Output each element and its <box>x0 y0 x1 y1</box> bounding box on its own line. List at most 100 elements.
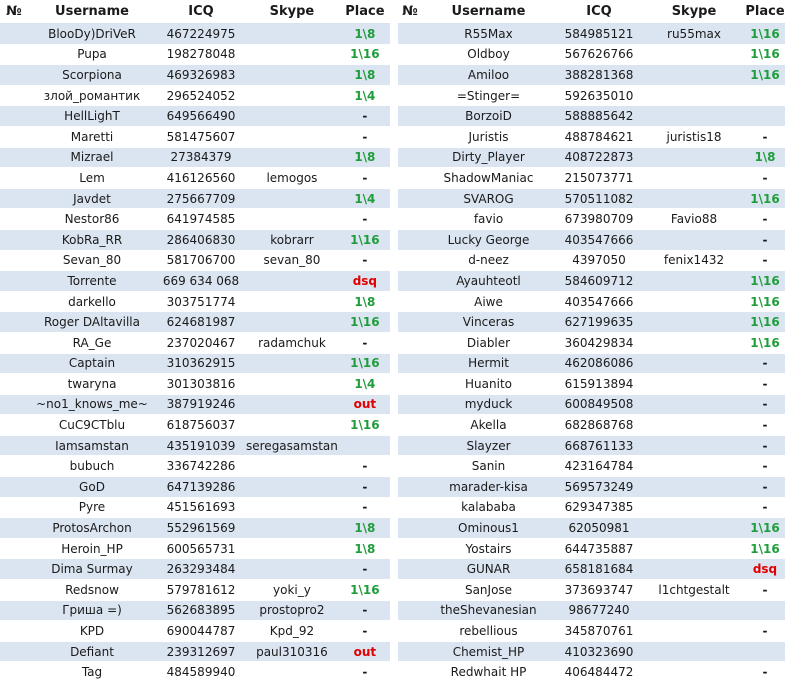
icq-cell: 286406830 <box>156 229 246 251</box>
username-cell: SVAROG <box>422 188 555 210</box>
row-number-cell <box>0 332 28 354</box>
skype-cell: paul310316 <box>246 641 338 663</box>
icq-cell: 408722873 <box>555 147 643 169</box>
skype-cell: l1chtgestalt <box>643 579 745 601</box>
icq-cell: 647139286 <box>156 476 246 498</box>
username-cell: Akella <box>422 414 555 436</box>
icq-cell: 403547666 <box>555 291 643 313</box>
skype-cell <box>246 44 338 66</box>
username-cell: =Stinger= <box>422 85 555 107</box>
icq-cell: 682868768 <box>555 414 643 436</box>
skype-cell <box>246 126 338 148</box>
skype-cell <box>643 600 745 622</box>
icq-cell: 296524052 <box>156 85 246 107</box>
skype-cell: ru55max <box>643 23 745 45</box>
username-cell: Dirty_Player <box>422 147 555 169</box>
row-number-cell <box>398 167 422 189</box>
row-number-cell <box>398 476 422 498</box>
row-number-cell <box>0 517 28 539</box>
table-row: Chemist_HP 410323690 <box>398 641 785 663</box>
icq-cell: 435191039 <box>156 435 246 457</box>
icq-cell: 336742286 <box>156 455 246 478</box>
row-number-cell <box>0 353 28 375</box>
skype-cell: juristis18 <box>643 126 745 148</box>
place-cell: - <box>337 661 392 683</box>
row-number-cell <box>0 311 28 333</box>
skype-cell <box>246 476 338 498</box>
skype-cell <box>246 455 338 478</box>
icq-cell: 584609712 <box>555 270 643 292</box>
table-row: ~no1_knows_me~ 387919246 out <box>0 394 392 416</box>
icq-cell: 569573249 <box>555 476 643 498</box>
skype-cell <box>643 538 745 560</box>
icq-cell: 403547666 <box>555 229 643 251</box>
icq-cell: 644735887 <box>555 538 643 560</box>
place-cell <box>745 600 785 622</box>
username-cell: Captain <box>28 353 156 375</box>
skype-cell <box>643 661 745 683</box>
username-cell: bubuch <box>28 455 156 478</box>
row-number-cell <box>0 44 28 66</box>
username-cell: myduck <box>422 394 555 416</box>
skype-cell <box>246 394 338 416</box>
username-cell: R55Max <box>422 23 555 45</box>
skype-cell <box>643 188 745 210</box>
skype-cell <box>643 147 745 169</box>
table-row: Гриша =) 562683895 prostopro2- <box>0 600 392 622</box>
icq-cell: 629347385 <box>555 497 643 519</box>
place-cell: 1\16 <box>745 332 785 354</box>
icq-cell: 301303816 <box>156 373 246 395</box>
table-row: Akella 682868768 - <box>398 414 785 436</box>
skype-cell <box>246 311 338 333</box>
username-cell: Ayauhteotl <box>422 270 555 292</box>
icq-cell: 690044787 <box>156 620 246 642</box>
table-row: GUNAR 658181684 dsq <box>398 558 785 581</box>
skype-cell: seregasamstan <box>246 435 338 457</box>
icq-cell: 198278048 <box>156 44 246 66</box>
skype-cell <box>246 661 338 683</box>
row-number-cell <box>0 64 28 86</box>
header-place: Place <box>337 0 392 24</box>
place-cell: 1\4 <box>337 373 392 395</box>
row-number-cell <box>398 291 422 313</box>
row-number-cell <box>0 435 28 457</box>
skype-cell <box>643 353 745 375</box>
username-cell: Roger DAltavilla <box>28 311 156 333</box>
header-row: № Username ICQ Skype Place <box>0 0 392 24</box>
icq-cell: 624681987 <box>156 311 246 333</box>
table-row: Lucky George 403547666 - <box>398 229 785 251</box>
skype-cell: fenix1432 <box>643 250 745 272</box>
header-username: Username <box>422 0 555 24</box>
skype-cell <box>643 85 745 107</box>
participants-sheet: № Username ICQ Skype Place BlooDy)DriVeR… <box>0 0 785 683</box>
username-cell: Pupa <box>28 44 156 66</box>
username-cell: Гриша =) <box>28 600 156 622</box>
skype-cell <box>246 497 338 519</box>
row-number-cell <box>0 188 28 210</box>
row-number-cell <box>398 208 422 230</box>
table-row: Roger DAltavilla 624681987 1\16 <box>0 311 392 333</box>
username-cell: Vinceras <box>422 311 555 333</box>
table-row: Pyre 451561693 - <box>0 497 392 519</box>
username-cell: KPD <box>28 620 156 642</box>
username-cell: Diabler <box>422 332 555 354</box>
row-number-cell <box>0 373 28 395</box>
table-row: Redwhait HP 406484472 - <box>398 661 785 683</box>
row-number-cell <box>0 414 28 436</box>
skype-cell <box>246 270 338 292</box>
place-cell: - <box>745 250 785 272</box>
place-cell: - <box>337 105 392 127</box>
table-row: злой_романтик 296524052 1\4 <box>0 85 392 107</box>
place-cell: - <box>745 620 785 642</box>
place-cell: - <box>745 455 785 478</box>
table-row: Amiloo 388281368 1\16 <box>398 64 785 86</box>
icq-cell: 388281368 <box>555 64 643 86</box>
place-cell: 1\8 <box>337 517 392 539</box>
column-divider <box>390 0 398 682</box>
skype-cell: prostopro2 <box>246 600 338 622</box>
table-row: Nestor86 641974585 - <box>0 208 392 230</box>
place-cell: 1\16 <box>337 44 392 66</box>
header-icq: ICQ <box>156 0 246 24</box>
table-row: BlooDy)DriVeR 467224975 1\8 <box>0 23 392 45</box>
table-row: rebellious 345870761 - <box>398 620 785 642</box>
